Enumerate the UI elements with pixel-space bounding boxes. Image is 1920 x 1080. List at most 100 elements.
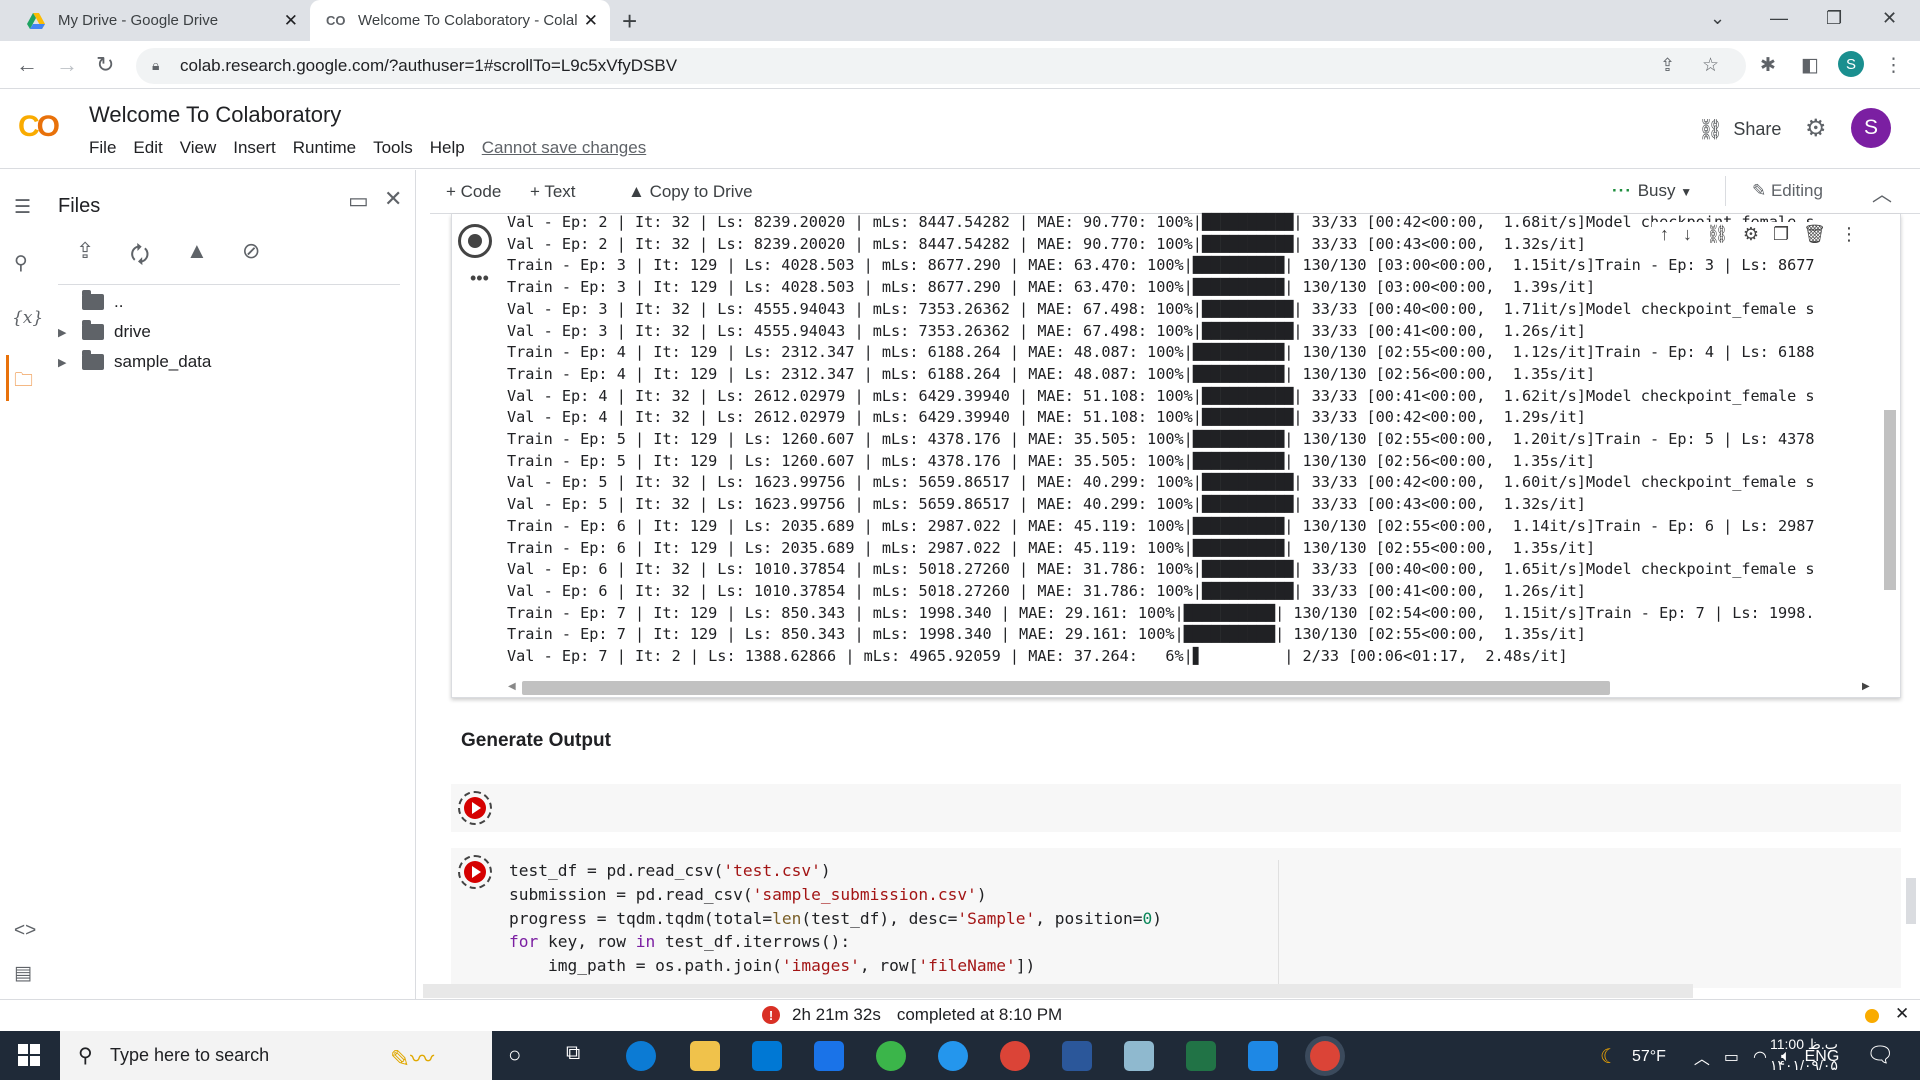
open-in-tab-icon[interactable]: ▭ [348, 188, 369, 214]
copy-to-drive-button[interactable]: ▲ Copy to Drive [628, 182, 753, 202]
close-status-icon[interactable]: ✕ [1895, 1004, 1909, 1024]
more-options-icon[interactable]: ⋮ [1840, 224, 1858, 245]
file-explorer-icon[interactable] [690, 1041, 720, 1071]
minimize-icon[interactable]: — [1770, 8, 1788, 29]
add-code-button[interactable]: + Code [446, 182, 501, 202]
close-tab-icon[interactable]: ✕ [284, 11, 298, 31]
page-scroll-thumb[interactable] [1906, 878, 1916, 924]
back-icon[interactable]: ← [16, 52, 38, 78]
settings-gear-icon[interactable]: ⚙ [1805, 114, 1827, 143]
move-up-icon[interactable]: ↑ [1660, 224, 1669, 245]
code-editor[interactable]: test_df = pd.read_csv('test.csv') submiss… [509, 859, 1269, 981]
menu-runtime[interactable]: Runtime [293, 138, 356, 158]
store-icon[interactable] [752, 1041, 782, 1071]
telegram-like-icon[interactable] [876, 1041, 906, 1071]
weather-moon-icon[interactable]: ☾ [1600, 1044, 1618, 1069]
variables-icon[interactable]: {x} [12, 308, 43, 328]
cell-settings-icon[interactable]: ⚙ [1743, 224, 1759, 245]
command-palette-icon[interactable]: ▤ [14, 962, 32, 985]
code-snippets-icon[interactable]: <> [14, 920, 36, 942]
media-player-icon[interactable] [1248, 1041, 1278, 1071]
chrome-icon[interactable] [1000, 1041, 1030, 1071]
wifi-icon[interactable]: ◠ [1753, 1047, 1767, 1067]
taskbar-search-box[interactable]: ⚲ Type here to search ✎〰 [60, 1031, 492, 1080]
execution-status[interactable]: ! 2h 21m 32s completed at 8:10 PM [762, 1005, 1062, 1025]
task-view-icon[interactable]: ⧉ [566, 1042, 580, 1065]
runtime-status-busy[interactable]: ··· Busy ▼ [1612, 181, 1692, 201]
edge-icon[interactable] [626, 1041, 656, 1071]
scroll-left-icon[interactable]: ◀ [508, 681, 516, 692]
notifications-icon[interactable]: 🗨︎ [1866, 1042, 1894, 1068]
extensions-icon[interactable]: ✱ [1760, 54, 1776, 77]
user-avatar[interactable]: S [1851, 108, 1891, 148]
bookmark-star-icon[interactable]: ☆ [1702, 54, 1719, 77]
notes-icon[interactable] [1124, 1041, 1154, 1071]
output-actions-icon[interactable]: ••• [470, 268, 489, 289]
mirror-cell-icon[interactable]: ❐ [1773, 224, 1789, 245]
run-cell-button[interactable] [458, 791, 492, 825]
tree-item-drive[interactable]: ▶ drive [58, 320, 151, 342]
table-of-contents-icon[interactable]: ☰ [14, 196, 31, 219]
menu-tools[interactable]: Tools [373, 138, 413, 158]
vertical-scroll-thumb[interactable] [1884, 410, 1896, 590]
mount-drive-icon[interactable]: ▲ [186, 238, 208, 264]
docker-icon[interactable] [938, 1041, 968, 1071]
delete-cell-icon[interactable]: 🗑 [1803, 224, 1826, 245]
new-tab-icon[interactable]: + [622, 6, 637, 37]
forward-icon[interactable]: → [56, 52, 78, 78]
share-page-icon[interactable]: ⇪ [1660, 55, 1675, 76]
tab-colab[interactable]: CO Welcome To Colaboratory - Colal ✕ [310, 0, 610, 41]
empty-code-cell[interactable] [451, 784, 1901, 832]
chrome-active-icon[interactable] [1310, 1041, 1340, 1071]
excel-icon[interactable] [1186, 1041, 1216, 1071]
editing-mode-button[interactable]: ✎ Editing [1752, 181, 1823, 201]
expand-caret-icon[interactable]: ▶ [58, 326, 72, 339]
upload-file-icon[interactable]: ⇪ [76, 238, 94, 264]
word-icon[interactable] [1062, 1041, 1092, 1071]
menu-insert[interactable]: Insert [233, 138, 276, 158]
windows-start-icon[interactable] [18, 1044, 40, 1071]
lock-icon[interactable]: 🔒︎ [152, 57, 159, 74]
collapse-header-icon[interactable]: ︿ [1872, 178, 1892, 207]
share-button[interactable]: ⛓ Share [1698, 117, 1781, 142]
weather-temp[interactable]: 57°F [1632, 1048, 1666, 1066]
refresh-folder-icon[interactable]: 🗘 [130, 238, 150, 276]
tab-search-chevron-icon[interactable]: ⌄ [1710, 8, 1725, 29]
files-folder-icon[interactable]: 🗀 [14, 366, 33, 398]
hide-files-icon[interactable]: ⊘ [242, 238, 260, 264]
cannot-save-link[interactable]: Cannot save changes [482, 138, 646, 158]
browser-menu-icon[interactable]: ⋮ [1884, 54, 1903, 77]
battery-icon[interactable]: ▭ [1724, 1047, 1739, 1067]
url-bar[interactable]: 🔒︎ colab.research.google.com/?authuser=1… [136, 48, 1746, 84]
tree-item-sample-data[interactable]: ▶ sample_data [58, 350, 211, 372]
mail-icon[interactable] [814, 1041, 844, 1071]
menu-edit[interactable]: Edit [133, 138, 162, 158]
close-window-icon[interactable]: ✕ [1882, 8, 1897, 29]
side-panel-icon[interactable]: ◧ [1801, 54, 1819, 77]
close-tab-icon[interactable]: ✕ [584, 11, 598, 31]
reload-icon[interactable]: ↻ [96, 52, 114, 78]
search-icon[interactable]: ⚲ [14, 252, 28, 275]
browser-profile-avatar[interactable]: S [1838, 51, 1864, 77]
notebook-title[interactable]: Welcome To Colaboratory [89, 102, 341, 128]
parent-folder-item[interactable]: .. [82, 290, 123, 312]
horizontal-scroll-thumb[interactable] [522, 681, 1610, 695]
menu-help[interactable]: Help [430, 138, 465, 158]
run-cell-button[interactable] [458, 855, 492, 889]
move-down-icon[interactable]: ↓ [1683, 224, 1692, 245]
taskbar-clock[interactable]: 11:00 ب.ظ ۱۴۰۱/۰۹/۰۵ [1770, 1034, 1838, 1076]
notebook-scrollbar[interactable] [423, 984, 1693, 998]
menu-file[interactable]: File [89, 138, 116, 158]
stop-execution-button[interactable] [458, 224, 492, 258]
colab-logo[interactable]: CO [18, 110, 60, 144]
close-panel-icon[interactable]: ✕ [384, 186, 402, 212]
tray-chevron-icon[interactable]: ︿ [1694, 1045, 1710, 1069]
tab-google-drive[interactable]: My Drive - Google Drive ✕ [10, 0, 310, 41]
maximize-icon[interactable]: ❐ [1826, 8, 1842, 29]
expand-caret-icon[interactable]: ▶ [58, 356, 72, 369]
menu-view[interactable]: View [180, 138, 217, 158]
scroll-right-icon[interactable]: ▶ [1862, 681, 1870, 692]
cortana-icon[interactable]: ○ [508, 1042, 521, 1068]
add-text-button[interactable]: + Text [530, 182, 576, 202]
link-cell-icon[interactable]: ⛓ [1706, 224, 1729, 245]
